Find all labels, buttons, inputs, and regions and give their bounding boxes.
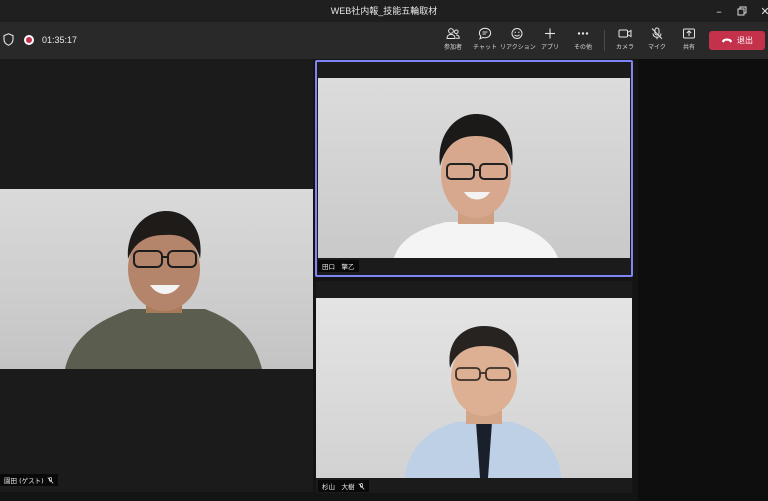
- camera-icon: [618, 29, 632, 38]
- participant-tile[interactable]: 園田 (ゲスト): [0, 59, 313, 492]
- chat-label: チャット: [473, 44, 497, 51]
- share-icon: [683, 28, 695, 39]
- window-title: WEB社内報_技能五輪取材: [330, 6, 438, 16]
- leave-button[interactable]: 退出: [709, 31, 765, 50]
- participants-label: 参加者: [443, 44, 462, 51]
- minimize-icon[interactable]: –: [708, 2, 730, 20]
- participants-button[interactable]: 参加者: [436, 26, 470, 56]
- hang-up-icon: [722, 38, 732, 43]
- mic-label: マイク: [648, 44, 666, 51]
- more-label: その他: [573, 44, 592, 51]
- camera-label: カメラ: [615, 44, 634, 51]
- participant-nametag: 園田 (ゲスト): [0, 474, 58, 486]
- reactions-button[interactable]: リアクション: [500, 26, 536, 56]
- more-button[interactable]: その他: [566, 26, 600, 56]
- participant-name: 園田 (ゲスト): [4, 477, 44, 485]
- recording-indicator: [24, 35, 34, 45]
- camera-button[interactable]: カメラ: [608, 26, 642, 56]
- title-bar: WEB社内報_技能五輪取材 – ✕: [0, 0, 768, 22]
- restore-icon[interactable]: [731, 2, 753, 20]
- chat-icon: [478, 27, 492, 40]
- leave-label: 退出: [737, 36, 753, 45]
- participant-name: 杉山 大樹: [322, 483, 355, 491]
- people-icon: [446, 28, 460, 39]
- active-speaker-highlight: [315, 60, 633, 277]
- shield-icon: [3, 33, 14, 46]
- toolbar-divider: [604, 30, 605, 51]
- more-icon: [577, 32, 589, 35]
- mic-off-icon: [47, 476, 54, 484]
- share-label: 共有: [682, 44, 695, 51]
- call-timer: 01:35:17: [42, 35, 78, 45]
- participant-nametag: 杉山 大樹: [318, 480, 369, 492]
- participant-tile[interactable]: 杉山 大樹: [316, 281, 632, 493]
- reaction-icon: [511, 28, 523, 39]
- meeting-toolbar: 01:35:17 参加者 チャット リアクション アプリ その他 カメラ マイク…: [0, 22, 768, 59]
- chat-button[interactable]: チャット: [468, 26, 502, 56]
- apps-button[interactable]: アプリ: [533, 26, 567, 56]
- apps-label: アプリ: [540, 44, 559, 51]
- right-panel: [638, 59, 768, 501]
- participant-video: [316, 298, 632, 478]
- mic-button[interactable]: マイク: [640, 26, 674, 56]
- reactions-label: リアクション: [500, 44, 536, 51]
- mic-off-icon: [651, 27, 663, 40]
- plus-icon: [545, 28, 555, 39]
- mic-off-icon: [358, 482, 364, 490]
- participant-video: [0, 189, 313, 369]
- close-icon[interactable]: ✕: [754, 2, 768, 20]
- share-button[interactable]: 共有: [672, 26, 706, 56]
